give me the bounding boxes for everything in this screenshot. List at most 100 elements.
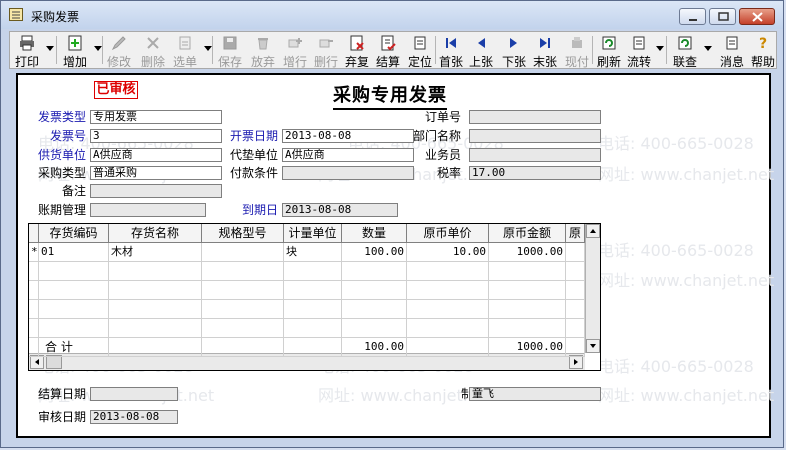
table-cell[interactable] — [202, 243, 284, 262]
toolbar-button-select-doc[interactable]: 选单 — [170, 33, 200, 69]
table-cell[interactable] — [407, 319, 489, 338]
table-cell[interactable]: 块 — [284, 243, 342, 262]
dropdown-arrow-icon[interactable] — [656, 46, 664, 51]
order-no-field[interactable] — [469, 110, 601, 124]
table-cell[interactable] — [489, 262, 566, 281]
toolbar-button-next[interactable]: 下张 — [500, 33, 528, 69]
toolbar-button-last[interactable]: 末张 — [531, 33, 559, 69]
table-cell[interactable] — [39, 262, 109, 281]
due-date-field[interactable]: 2013-08-08 — [282, 203, 398, 217]
table-cell[interactable] — [566, 262, 585, 281]
maker-field[interactable]: 童飞 — [469, 387, 601, 401]
minimize-button[interactable] — [679, 8, 706, 25]
agent-unit-field[interactable]: A供应商 — [282, 148, 414, 162]
table-cell[interactable] — [109, 300, 202, 319]
toolbar-button-edit[interactable]: 修改 — [104, 33, 134, 69]
column-header[interactable]: 原 — [566, 224, 585, 243]
table-cell[interactable] — [489, 281, 566, 300]
table-cell[interactable] — [39, 281, 109, 300]
toolbar-button-add-row[interactable]: 增行 — [281, 33, 309, 69]
table-cell[interactable] — [39, 300, 109, 319]
table-cell[interactable] — [566, 300, 585, 319]
table-cell[interactable] — [342, 300, 407, 319]
table-cell[interactable] — [202, 319, 284, 338]
column-header[interactable]: 计量单位 — [284, 224, 342, 243]
toolbar-button-delete-row[interactable]: 删行 — [312, 33, 340, 69]
purchase-type-field[interactable]: 普通采购 — [90, 166, 222, 180]
table-cell[interactable] — [284, 319, 342, 338]
table-cell[interactable] — [407, 281, 489, 300]
table-cell[interactable] — [342, 262, 407, 281]
toolbar-button-locate[interactable]: 定位 — [406, 33, 434, 69]
close-button[interactable] — [739, 8, 775, 25]
table-cell[interactable] — [284, 262, 342, 281]
column-header[interactable]: 存货编码 — [39, 224, 109, 243]
table-cell[interactable] — [342, 281, 407, 300]
scroll-up-button[interactable] — [586, 224, 600, 238]
audit-date-field[interactable]: 2013-08-08 — [90, 410, 178, 424]
department-field[interactable] — [469, 129, 601, 143]
table-cell[interactable] — [109, 319, 202, 338]
account-period-field[interactable] — [90, 203, 206, 217]
toolbar-button-help[interactable]: ? 帮助 — [749, 33, 777, 69]
column-header[interactable]: 原币单价 — [407, 224, 489, 243]
toolbar-button-flow[interactable]: 流转 — [624, 33, 654, 69]
scroll-thumb[interactable] — [46, 355, 62, 369]
invoice-date-field[interactable]: 2013-08-08 — [282, 129, 414, 143]
toolbar-button-unapprove[interactable]: 弃复 — [343, 33, 371, 69]
table-cell[interactable] — [342, 319, 407, 338]
scroll-left-button[interactable] — [30, 355, 44, 369]
toolbar-button-printer[interactable]: 打印 — [12, 33, 42, 69]
table-cell[interactable] — [284, 300, 342, 319]
supplier-field[interactable]: A供应商 — [90, 148, 222, 162]
table-cell[interactable] — [109, 281, 202, 300]
payment-terms-field[interactable] — [282, 166, 414, 180]
invoice-no-field[interactable]: 3 — [90, 129, 222, 143]
scroll-down-button[interactable] — [586, 339, 600, 353]
toolbar-button-settle[interactable]: 结算 — [374, 33, 402, 69]
toolbar-button-save[interactable]: 保存 — [216, 33, 244, 69]
table-cell[interactable] — [566, 319, 585, 338]
dropdown-arrow-icon[interactable] — [704, 46, 712, 51]
toolbar-button-prev[interactable]: 上张 — [468, 33, 494, 69]
table-cell[interactable] — [39, 319, 109, 338]
table-cell[interactable] — [407, 300, 489, 319]
table-cell[interactable] — [284, 281, 342, 300]
toolbar-button-delete[interactable]: 删除 — [138, 33, 168, 69]
table-cell[interactable] — [489, 319, 566, 338]
vertical-scrollbar[interactable] — [585, 224, 600, 353]
column-header[interactable]: 数量 — [342, 224, 407, 243]
dropdown-arrow-icon[interactable] — [94, 46, 102, 51]
table-cell[interactable] — [109, 262, 202, 281]
settle-date-field[interactable] — [90, 387, 178, 401]
scroll-right-button[interactable] — [569, 355, 583, 369]
table-cell[interactable]: 100.00 — [342, 243, 407, 262]
table-cell[interactable] — [202, 300, 284, 319]
invoice-type-field[interactable]: 专用发票 — [90, 110, 222, 124]
table-cell[interactable] — [566, 281, 585, 300]
column-header[interactable]: 规格型号 — [202, 224, 284, 243]
toolbar-button-refresh[interactable]: 刷新 — [595, 33, 623, 69]
toolbar-button-message[interactable]: 消息 — [717, 33, 747, 69]
toolbar-button-discard[interactable]: 放弃 — [248, 33, 278, 69]
toolbar-button-cash-pay[interactable]: 现付 — [563, 33, 591, 69]
table-cell[interactable] — [202, 281, 284, 300]
table-cell[interactable] — [202, 262, 284, 281]
table-cell[interactable]: 01 — [39, 243, 109, 262]
table-cell[interactable]: 10.00 — [407, 243, 489, 262]
toolbar-button-linked-query[interactable]: 联查 — [670, 33, 700, 69]
table-cell[interactable]: 木材 — [109, 243, 202, 262]
tax-rate-field[interactable]: 17.00 — [469, 166, 601, 180]
column-header[interactable]: 存货名称 — [109, 224, 202, 243]
toolbar-button-add[interactable]: 增加 — [60, 33, 90, 69]
toolbar-button-first[interactable]: 首张 — [438, 33, 464, 69]
remark-field[interactable] — [90, 184, 222, 198]
table-cell[interactable] — [566, 243, 585, 262]
table-cell[interactable]: 1000.00 — [489, 243, 566, 262]
maximize-button[interactable] — [709, 8, 736, 25]
salesperson-field[interactable] — [469, 148, 601, 162]
dropdown-arrow-icon[interactable] — [46, 46, 54, 51]
dropdown-arrow-icon[interactable] — [204, 46, 212, 51]
table-cell[interactable] — [489, 300, 566, 319]
table-cell[interactable] — [407, 262, 489, 281]
